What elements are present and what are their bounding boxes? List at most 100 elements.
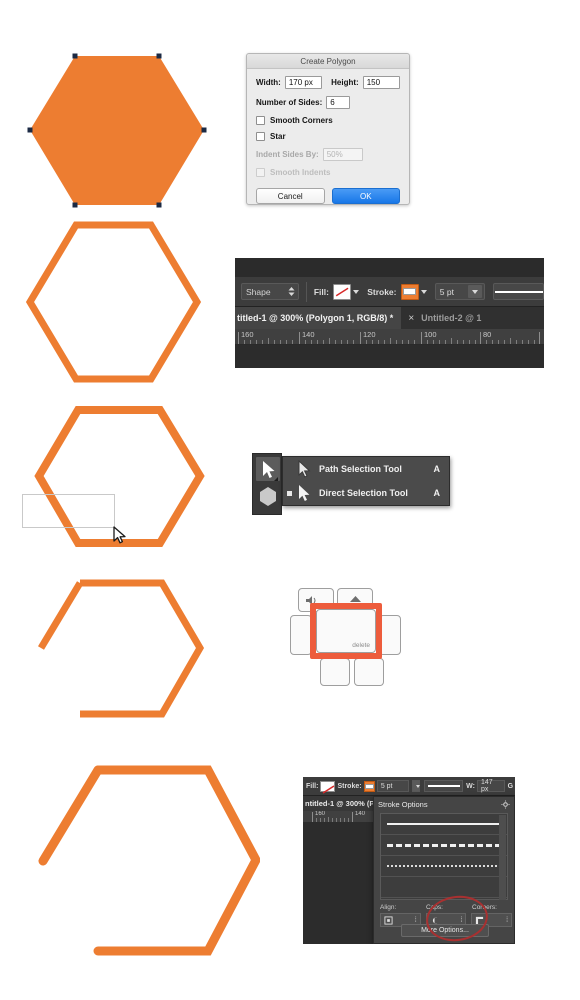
tools-palette-column — [252, 453, 282, 515]
hexagon-open-path-round-caps-shape[interactable] — [30, 748, 260, 980]
stroke-swatch[interactable] — [363, 780, 375, 792]
stroke-style-preview[interactable] — [493, 283, 544, 300]
stroke-label: Stroke: — [367, 286, 397, 297]
screenshot-root: Create Polygon Width: 170 px Height: 150… — [0, 0, 580, 1000]
options-bar: Fill: Stroke: 5 pt W: 147 px G — [303, 777, 515, 796]
ok-button[interactable]: OK — [331, 188, 400, 204]
stepper-icon — [288, 287, 295, 296]
stroke-caret-icon[interactable] — [420, 289, 427, 294]
tab-label: ntitled-1 @ 300% (P — [305, 799, 375, 808]
fill-swatch[interactable] — [320, 780, 336, 794]
smooth-corners-label: Smooth Corners — [270, 116, 333, 125]
chevron-down-icon — [415, 785, 420, 788]
no-fill-slash-icon — [335, 287, 349, 296]
solid-line-icon — [494, 290, 543, 293]
keyboard-delete-key-panel: F12 delete — [290, 586, 401, 686]
flyout-item-shortcut: A — [433, 464, 441, 474]
checkbox-icon — [256, 132, 265, 141]
stroke-width-field[interactable]: 5 pt — [434, 283, 486, 300]
width-label: Width: — [256, 78, 281, 87]
tool-flyout-panel: Path Selection Tool A Direct Selection T… — [252, 453, 450, 515]
hexagon-filled-shape[interactable] — [22, 48, 212, 213]
checkbox-icon — [256, 116, 265, 125]
tab-untitled-2-label[interactable]: Untitled-2 @ 1 — [421, 313, 481, 323]
no-fill-slash-icon — [323, 784, 335, 794]
cancel-button[interactable]: Cancel — [256, 188, 325, 204]
checkbox-icon — [256, 168, 265, 177]
shape-mode-dropdown[interactable]: Shape — [241, 283, 299, 300]
tab-untitled-1-label: titled-1 @ 300% (Polygon 1, RGB/8) * — [237, 313, 394, 323]
stroke-width-value: 5 pt — [439, 286, 454, 297]
hexagon-outline-shape[interactable] — [24, 218, 204, 386]
flyout-item-label: Direct Selection Tool — [319, 488, 408, 498]
stepper-icon: ⁞ — [414, 916, 417, 924]
polygon-tool-button[interactable] — [256, 484, 280, 508]
fill-caret-icon[interactable] — [353, 289, 360, 294]
preset-blank[interactable] — [381, 877, 507, 898]
create-polygon-dialog: Create Polygon Width: 170 px Height: 150… — [246, 53, 410, 205]
path-selection-arrow-icon — [298, 460, 311, 478]
preset-solid[interactable] — [381, 814, 507, 835]
stroke-options-panel: Stroke Options Align: Caps: Corners: ⁞ ⁞… — [373, 796, 515, 944]
fill-swatch[interactable] — [332, 283, 352, 300]
width-value: 147 px — [480, 779, 493, 793]
ruler-ticks-marks — [238, 332, 540, 344]
stroke-preset-list[interactable] — [380, 813, 508, 900]
horizontal-ruler: 160 140 120 100 80 — [235, 329, 544, 345]
stroke-swatch[interactable] — [400, 283, 419, 300]
height-label: Height: — [331, 78, 359, 87]
preset-dotted[interactable] — [381, 856, 507, 877]
stroke-width-dropdown-button[interactable] — [411, 780, 421, 792]
close-icon[interactable]: × — [408, 313, 414, 324]
star-checkbox[interactable]: Star — [256, 132, 400, 141]
polygon-icon — [260, 487, 276, 506]
width-input[interactable]: 170 px — [284, 76, 323, 89]
selection-marquee — [22, 494, 115, 528]
sides-input[interactable]: 6 — [326, 96, 351, 109]
backslash-key[interactable] — [320, 658, 350, 686]
delete-key-highlight — [310, 603, 382, 659]
path-selection-tool-button[interactable] — [256, 457, 280, 481]
key-far-right[interactable] — [379, 615, 401, 655]
gear-icon[interactable] — [501, 799, 510, 809]
bracket-key-left[interactable] — [290, 615, 312, 655]
stroke-width-dropdown-button[interactable] — [468, 285, 483, 298]
flyout-item-label: Path Selection Tool — [319, 464, 402, 474]
stroke-label: Stroke: — [337, 782, 362, 790]
photoshop-options-bar-panel: Shape Fill: Stroke: 5 pt titled-1 @ 300%… — [235, 258, 544, 368]
slash-key[interactable] — [354, 658, 384, 686]
stroke-swatch-inner — [364, 783, 374, 789]
star-label: Star — [270, 132, 286, 141]
fill-label: Fill: — [313, 286, 329, 297]
stroke-swatch-inner — [403, 288, 417, 295]
sides-label: Number of Sides: — [256, 98, 323, 107]
fill-label: Fill: — [306, 782, 319, 790]
stroke-style-preview[interactable] — [424, 780, 464, 792]
stroke-options-panel-screenshot: Fill: Stroke: 5 pt W: 147 px G ntitled-1… — [303, 777, 515, 944]
smooth-corners-checkbox[interactable]: Smooth Corners — [256, 116, 400, 125]
flyout-item-path-selection-tool[interactable]: Path Selection Tool A — [283, 457, 449, 481]
stroke-options-title: Stroke Options — [378, 799, 428, 809]
align-center-icon — [384, 915, 393, 925]
shape-mode-value: Shape — [246, 286, 271, 297]
divider — [306, 281, 307, 302]
height-input[interactable]: 150 — [362, 76, 400, 89]
smooth-indents-label: Smooth Indents — [270, 168, 331, 177]
dotted-line-icon — [387, 865, 501, 867]
flyout-item-direct-selection-tool[interactable]: Direct Selection Tool A — [283, 481, 449, 505]
tool-flyout-menu: Path Selection Tool A Direct Selection T… — [282, 456, 450, 506]
scrollbar[interactable] — [499, 815, 506, 900]
align-label: Align: — [380, 904, 397, 911]
tab-untitled-1[interactable]: titled-1 @ 300% (Polygon 1, RGB/8) * — [235, 307, 402, 329]
preset-dashed[interactable] — [381, 835, 507, 856]
chevron-down-icon — [472, 290, 479, 294]
smooth-indents-checkbox: Smooth Indents — [256, 168, 400, 177]
stroke-width-field[interactable]: 5 pt — [376, 780, 409, 792]
next-field-label: G — [507, 782, 514, 790]
hexagon-open-path-shape[interactable] — [22, 568, 212, 728]
width-field[interactable]: 147 px — [476, 779, 505, 793]
dashed-line-icon — [387, 843, 501, 847]
hexagon-outline-shape-selected[interactable] — [12, 398, 207, 553]
canvas-area[interactable] — [235, 345, 544, 368]
width-label: W: — [466, 782, 475, 790]
